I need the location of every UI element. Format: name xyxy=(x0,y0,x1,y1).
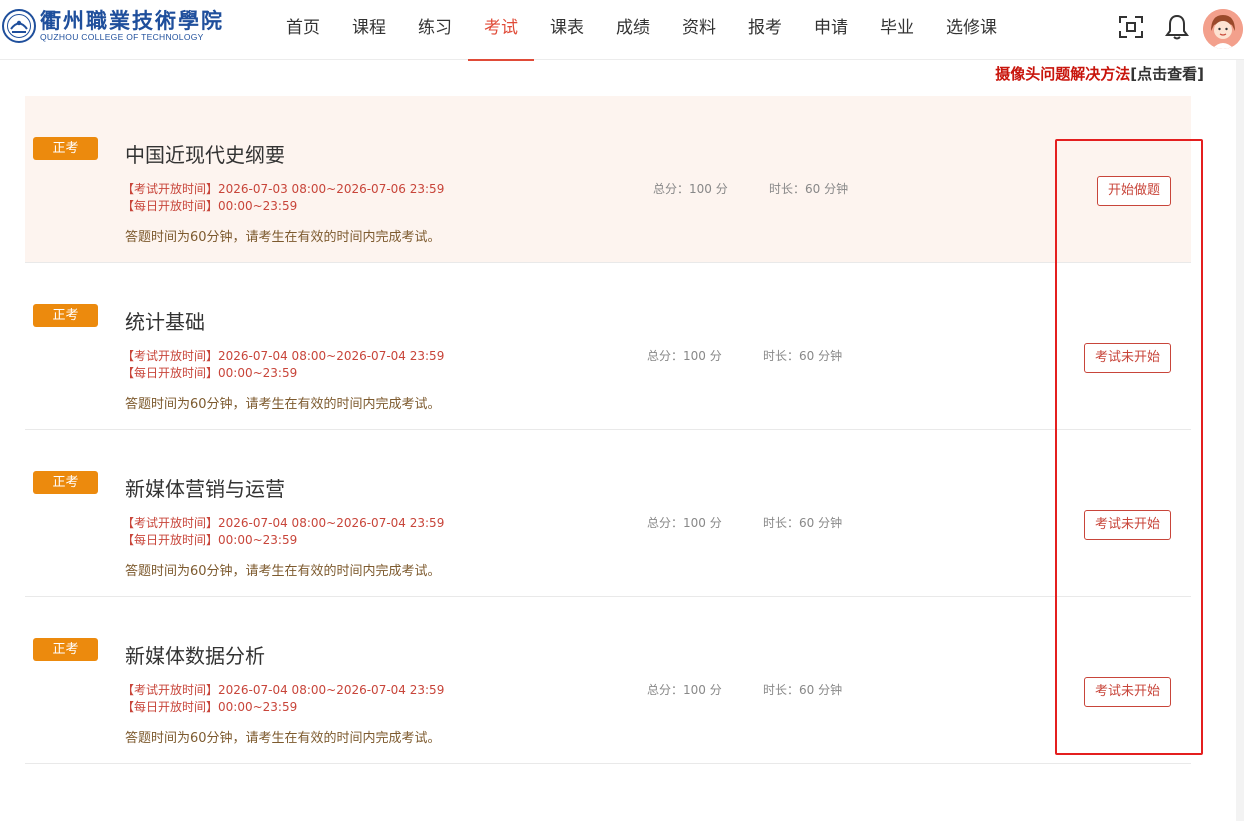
exam-open-time: 【考试开放时间】2026-07-04 08:00~2026-07-04 23:5… xyxy=(122,349,445,363)
bell-icon[interactable] xyxy=(1162,12,1192,42)
user-avatar[interactable] xyxy=(1203,9,1243,49)
exam-open-time: 【考试开放时间】2026-07-04 08:00~2026-07-04 23:5… xyxy=(122,516,445,530)
exam-description: 答题时间为60分钟，请考生在有效的时间内完成考试。 xyxy=(125,731,441,746)
camera-help-link[interactable]: 摄像头问题解决方法[点击查看] xyxy=(995,63,1204,84)
nav-electives[interactable]: 选修课 xyxy=(930,0,1013,60)
exam-duration: 时长：60 分钟 xyxy=(763,349,843,363)
exam-not-started-button[interactable]: 考试未开始 xyxy=(1083,343,1171,373)
exam-open-time: 【考试开放时间】2026-07-03 08:00~2026-07-06 23:5… xyxy=(122,182,445,196)
nav-practice[interactable]: 练习 xyxy=(402,0,468,60)
nav-grades[interactable]: 成绩 xyxy=(600,0,666,60)
scan-icon[interactable] xyxy=(1116,12,1146,42)
exam-row: 正考 统计基础 【考试开放时间】2026-07-04 08:00~2026-07… xyxy=(25,263,1191,430)
exam-description: 答题时间为60分钟，请考生在有效的时间内完成考试。 xyxy=(125,397,441,412)
logo-english-name: QUZHOU COLLEGE OF TECHNOLOGY xyxy=(40,32,204,42)
exam-daily-time: 【每日开放时间】00:00~23:59 xyxy=(122,366,298,380)
nav-home[interactable]: 首页 xyxy=(270,0,336,60)
top-header: 衢州職業技術學院 QUZHOU COLLEGE OF TECHNOLOGY 首页… xyxy=(0,0,1244,61)
exam-duration: 时长：60 分钟 xyxy=(769,182,849,196)
exam-total-score: 总分：100 分 xyxy=(647,516,722,530)
exam-duration: 时长：60 分钟 xyxy=(763,683,843,697)
exam-not-started-button[interactable]: 考试未开始 xyxy=(1083,510,1171,540)
exam-list: 正考 中国近现代史纲要 【考试开放时间】2026-07-03 08:00~202… xyxy=(25,96,1191,764)
exam-daily-time: 【每日开放时间】00:00~23:59 xyxy=(122,700,298,714)
exam-type-badge: 正考 xyxy=(33,137,98,160)
nav-applications[interactable]: 申请 xyxy=(798,0,864,60)
exam-type-badge: 正考 xyxy=(33,471,98,494)
nav-exams[interactable]: 考试 xyxy=(468,0,534,61)
college-logo[interactable]: 衢州職業技術學院 QUZHOU COLLEGE OF TECHNOLOGY xyxy=(2,9,224,43)
exam-row: 正考 中国近现代史纲要 【考试开放时间】2026-07-03 08:00~202… xyxy=(25,96,1191,263)
exam-total-score: 总分：100 分 xyxy=(647,683,722,697)
exam-total-score: 总分：100 分 xyxy=(653,182,728,196)
nav-registration[interactable]: 报考 xyxy=(732,0,798,60)
camera-help-text: 摄像头问题解决方法 xyxy=(995,65,1131,83)
exam-title: 新媒体营销与运营 xyxy=(125,477,285,501)
exam-title: 中国近现代史纲要 xyxy=(125,143,285,167)
exam-title: 统计基础 xyxy=(125,310,205,334)
nav-timetable[interactable]: 课表 xyxy=(534,0,600,60)
logo-chinese-name: 衢州職業技術學院 xyxy=(40,8,224,33)
exam-daily-time: 【每日开放时间】00:00~23:59 xyxy=(122,199,298,213)
exam-duration: 时长：60 分钟 xyxy=(763,516,843,530)
exam-total-score: 总分：100 分 xyxy=(647,349,722,363)
nav-courses[interactable]: 课程 xyxy=(336,0,402,60)
exam-description: 答题时间为60分钟，请考生在有效的时间内完成考试。 xyxy=(125,230,441,245)
exam-row: 正考 新媒体数据分析 【考试开放时间】2026-07-04 08:00~2026… xyxy=(25,597,1191,764)
exam-open-time: 【考试开放时间】2026-07-04 08:00~2026-07-04 23:5… xyxy=(122,683,445,697)
start-exam-button[interactable]: 开始做题 xyxy=(1096,176,1171,206)
college-emblem-icon xyxy=(2,9,36,43)
scrollbar-track[interactable] xyxy=(1236,60,1244,821)
exam-type-badge: 正考 xyxy=(33,304,98,327)
camera-help-view-link[interactable]: [点击查看] xyxy=(1130,65,1204,83)
main-nav: 首页 课程 练习 考试 课表 成绩 资料 报考 申请 毕业 选修课 xyxy=(270,0,1013,61)
exam-row: 正考 新媒体营销与运营 【考试开放时间】2026-07-04 08:00~202… xyxy=(25,430,1191,597)
avatar-face-icon xyxy=(1203,9,1243,49)
exam-title: 新媒体数据分析 xyxy=(125,644,265,668)
nav-materials[interactable]: 资料 xyxy=(666,0,732,60)
exam-type-badge: 正考 xyxy=(33,638,98,661)
nav-graduation[interactable]: 毕业 xyxy=(864,0,930,60)
exam-description: 答题时间为60分钟，请考生在有效的时间内完成考试。 xyxy=(125,564,441,579)
exam-daily-time: 【每日开放时间】00:00~23:59 xyxy=(122,533,298,547)
exam-not-started-button[interactable]: 考试未开始 xyxy=(1083,677,1171,707)
